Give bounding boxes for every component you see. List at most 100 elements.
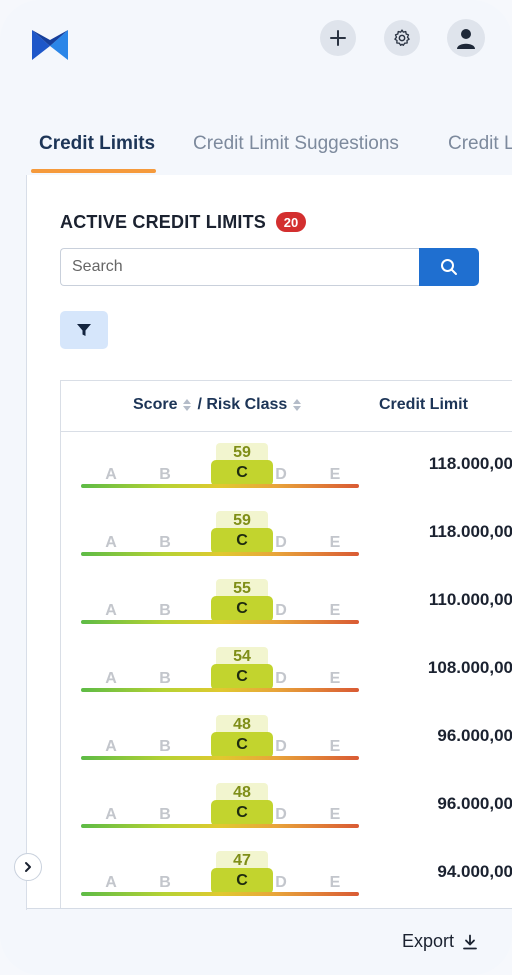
risk-gauge: A B D E 54 C bbox=[81, 636, 361, 704]
plus-icon bbox=[330, 30, 346, 46]
credit-limits-table: Score / Risk Class Credit Limit A B D E 59 C 1… bbox=[60, 380, 512, 910]
header: Credit Limits Credit Limit Suggestions C… bbox=[0, 0, 512, 176]
risk-letter: B bbox=[159, 806, 171, 823]
risk-class-badge: C bbox=[211, 868, 273, 894]
export-label: Export bbox=[401, 931, 454, 951]
risk-class-badge: C bbox=[211, 596, 273, 622]
risk-letter: E bbox=[329, 670, 341, 687]
add-button[interactable] bbox=[320, 20, 356, 56]
credit-limit-value: 118.000,00 bbox=[428, 454, 512, 473]
risk-class-header-label: / Risk Class bbox=[197, 396, 288, 413]
credit-limit-value: 118.000,00 bbox=[428, 522, 512, 541]
table-header: Score / Risk Class Credit Limit bbox=[61, 381, 512, 432]
user-avatar-button[interactable] bbox=[447, 19, 485, 57]
search-input[interactable] bbox=[60, 248, 419, 286]
table-row[interactable]: A B D E 59 C 118.000,00 bbox=[61, 500, 512, 569]
export-button[interactable]: Export bbox=[402, 931, 478, 952]
risk-letter: D bbox=[275, 806, 287, 823]
table-row[interactable]: A B D E 54 C 108.000,00 bbox=[61, 636, 512, 705]
risk-class-badge: C bbox=[211, 800, 273, 826]
risk-gauge: A B D E 55 C bbox=[81, 568, 361, 636]
risk-gauge: A B D E 48 C bbox=[81, 772, 361, 840]
download-icon bbox=[462, 934, 478, 950]
risk-letter: A bbox=[105, 874, 117, 891]
filter-button[interactable] bbox=[60, 311, 108, 349]
risk-letter: D bbox=[275, 602, 287, 619]
filter-icon bbox=[77, 324, 91, 336]
credit-limit-value: 94.000,00 bbox=[437, 862, 512, 881]
risk-gradient-bar bbox=[81, 688, 359, 692]
risk-gradient-bar bbox=[81, 484, 359, 488]
active-tab-indicator bbox=[31, 169, 156, 173]
tab-credit-li[interactable]: Credit Li bbox=[448, 133, 512, 155]
risk-class-badge: C bbox=[211, 732, 273, 758]
tab-bar: Credit Limits Credit Limit Suggestions C… bbox=[0, 125, 512, 176]
credit-limit-value: 96.000,00 bbox=[437, 726, 512, 745]
gear-icon bbox=[394, 29, 410, 46]
user-avatar-icon bbox=[457, 29, 475, 49]
risk-letter: A bbox=[105, 466, 117, 483]
side-rail bbox=[0, 175, 27, 910]
risk-letter: D bbox=[275, 874, 287, 891]
count-badge: 20 bbox=[276, 212, 306, 232]
risk-letter: D bbox=[275, 466, 287, 483]
risk-gauge: A B D E 59 C bbox=[81, 432, 361, 500]
search-button[interactable] bbox=[419, 248, 479, 286]
credit-limit-value: 108.000,00 bbox=[427, 658, 512, 677]
table-row[interactable]: A B D E 48 C 96.000,00 bbox=[61, 772, 512, 841]
column-header-credit-limit[interactable]: Credit Limit bbox=[379, 396, 468, 414]
main-content: ACTIVE CREDIT LIMITS 20 Score / Risk bbox=[27, 175, 512, 910]
risk-gradient-bar bbox=[81, 620, 359, 624]
risk-letter: B bbox=[159, 534, 171, 551]
app-logo[interactable] bbox=[30, 26, 70, 62]
risk-letter: E bbox=[329, 534, 341, 551]
risk-class-badge: C bbox=[211, 460, 273, 486]
risk-class-badge: C bbox=[211, 664, 273, 690]
chevron-right-icon bbox=[25, 862, 31, 872]
risk-letter: B bbox=[159, 738, 171, 755]
risk-letter: A bbox=[105, 670, 117, 687]
risk-class-badge: C bbox=[211, 528, 273, 554]
column-header-score-risk[interactable]: Score / Risk Class bbox=[133, 396, 303, 414]
risk-gauge: A B D E 47 C bbox=[81, 840, 361, 908]
risk-letter: B bbox=[159, 466, 171, 483]
risk-gauge: A B D E 59 C bbox=[81, 500, 361, 568]
footer: Export bbox=[27, 908, 512, 975]
risk-letter: E bbox=[329, 806, 341, 823]
risk-letter: D bbox=[275, 670, 287, 687]
risk-letter: A bbox=[105, 602, 117, 619]
risk-letter: D bbox=[275, 534, 287, 551]
table-row[interactable]: A B D E 47 C 94.000,00 bbox=[61, 840, 512, 909]
app-frame: Credit Limits Credit Limit Suggestions C… bbox=[0, 0, 512, 975]
risk-letter: A bbox=[105, 738, 117, 755]
risk-letter: E bbox=[329, 738, 341, 755]
risk-letter: D bbox=[275, 738, 287, 755]
risk-letter: A bbox=[105, 534, 117, 551]
risk-gradient-bar bbox=[81, 892, 359, 896]
risk-letter: A bbox=[105, 806, 117, 823]
risk-gradient-bar bbox=[81, 824, 359, 828]
score-header-label: Score bbox=[133, 396, 178, 413]
risk-letter: B bbox=[159, 602, 171, 619]
tab-credit-limit-suggestions[interactable]: Credit Limit Suggestions bbox=[193, 133, 399, 155]
tab-credit-limits[interactable]: Credit Limits bbox=[39, 133, 155, 155]
risk-gauge: A B D E 48 C bbox=[81, 704, 361, 772]
table-row[interactable]: A B D E 48 C 96.000,00 bbox=[61, 704, 512, 773]
section-title: ACTIVE CREDIT LIMITS bbox=[60, 212, 266, 232]
risk-letter: B bbox=[159, 670, 171, 687]
sort-icon[interactable] bbox=[291, 397, 303, 413]
risk-gradient-bar bbox=[81, 756, 359, 760]
risk-letter: E bbox=[329, 874, 341, 891]
expand-sidebar-button[interactable] bbox=[14, 853, 42, 881]
risk-letter: E bbox=[329, 466, 341, 483]
credit-limit-value: 96.000,00 bbox=[437, 794, 512, 813]
table-row[interactable]: A B D E 59 C 118.000,00 bbox=[61, 432, 512, 501]
search-icon bbox=[441, 259, 457, 275]
risk-gradient-bar bbox=[81, 552, 359, 556]
sort-icon[interactable] bbox=[181, 397, 193, 413]
settings-button[interactable] bbox=[384, 20, 420, 56]
table-row[interactable]: A B D E 55 C 110.000,00 bbox=[61, 568, 512, 637]
risk-letter: E bbox=[329, 602, 341, 619]
risk-letter: B bbox=[159, 874, 171, 891]
credit-limit-value: 110.000,00 bbox=[428, 590, 512, 609]
